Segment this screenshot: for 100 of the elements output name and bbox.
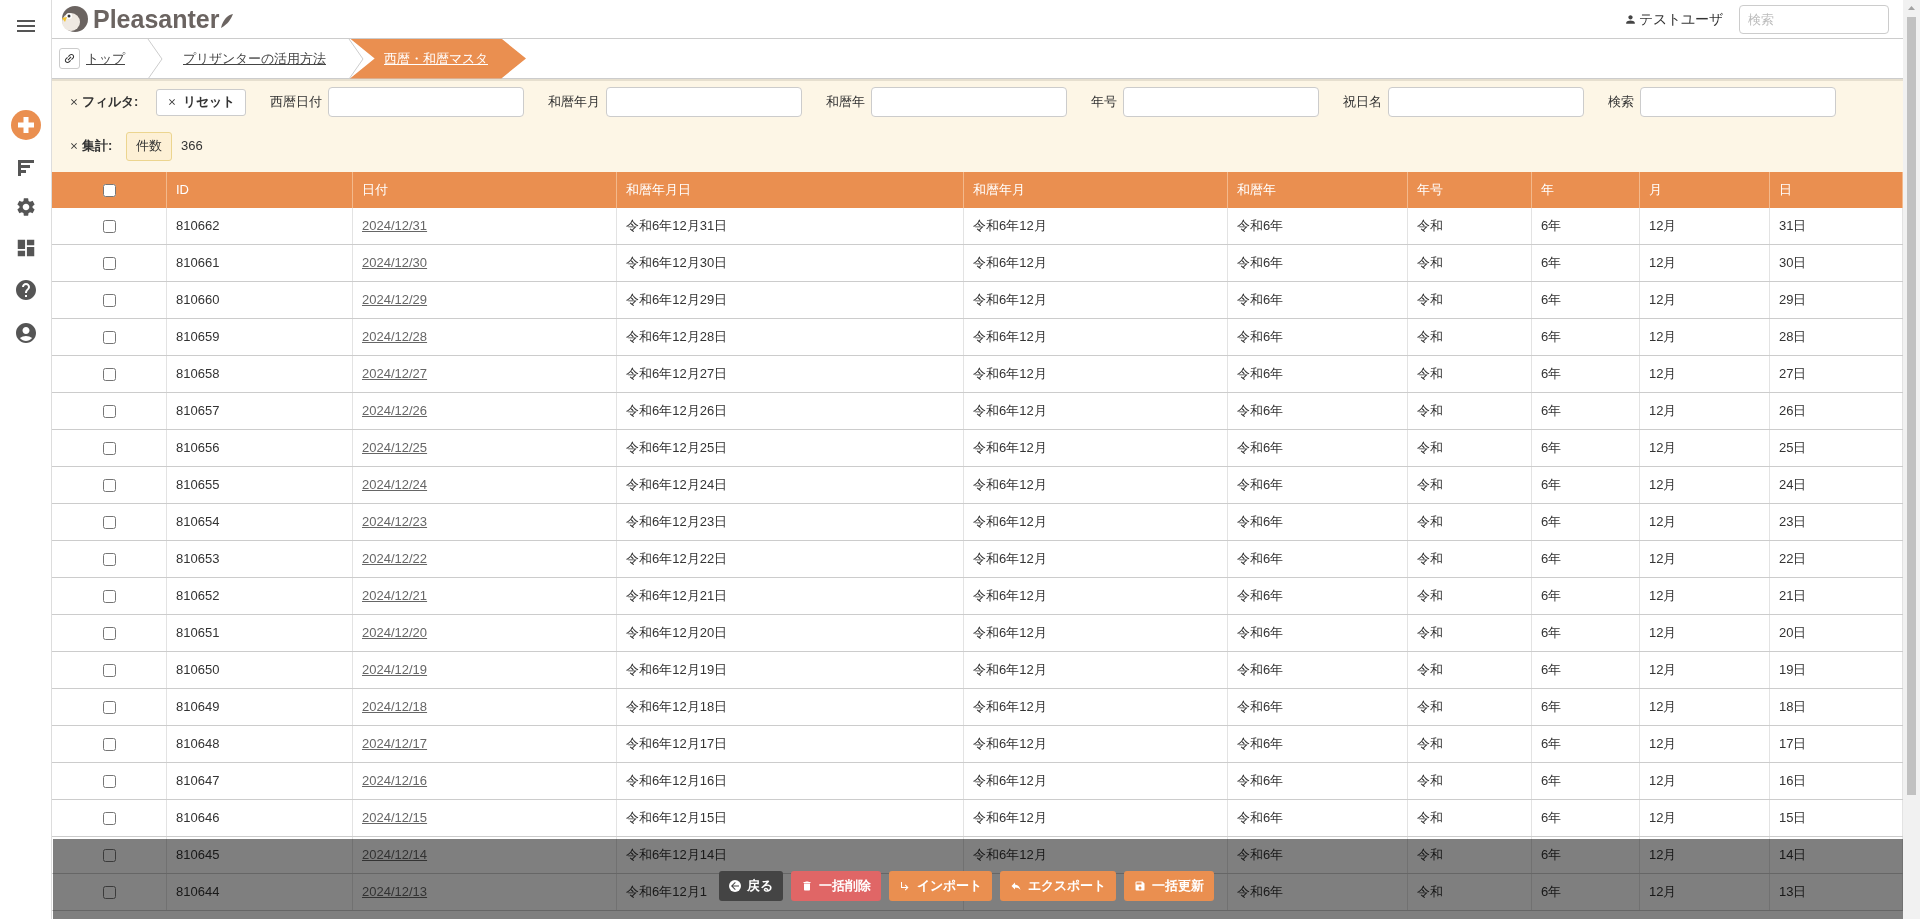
table-cell-text: 令和	[1417, 809, 1443, 828]
table-cell-text: 12月	[1649, 365, 1677, 384]
table-cell-text: 810651	[176, 624, 220, 643]
date-link[interactable]: 2024/12/17	[362, 734, 428, 754]
table-cell-text: 令和6年	[1237, 365, 1284, 384]
table-cell-text: 15日	[1779, 809, 1807, 828]
table-cell-text: 810649	[176, 698, 220, 717]
sort-icon[interactable]	[16, 159, 35, 177]
date-link[interactable]: 2024/12/19	[362, 660, 428, 680]
date-link[interactable]: 2024/12/30	[362, 253, 428, 273]
table-cell-text: 12月	[1649, 291, 1677, 310]
table-cell-text: 12月	[1649, 587, 1677, 606]
row-checkbox[interactable]	[102, 293, 116, 307]
breadcrumb-item[interactable]: トップ	[86, 48, 125, 69]
date-link[interactable]: 2024/12/24	[362, 475, 428, 495]
filter-label: 祝日名	[1343, 93, 1382, 112]
date-link[interactable]: 2024/12/29	[362, 290, 428, 310]
user-icon[interactable]	[13, 321, 38, 345]
count-tag[interactable]: 件数	[126, 131, 172, 161]
row-checkbox[interactable]	[102, 404, 116, 418]
row-checkbox[interactable]	[102, 774, 116, 788]
filter-field[interactable]	[1640, 87, 1836, 117]
reset-button[interactable]: リセット	[156, 88, 246, 116]
scrollbar[interactable]	[1903, 0, 1920, 919]
row-checkbox[interactable]	[102, 515, 116, 529]
row-checkbox[interactable]	[102, 441, 116, 455]
table-cell-text: 810647	[176, 772, 220, 791]
table-cell-text: 令和6年12月24日	[626, 476, 728, 495]
table-cell-text: 令和	[1417, 439, 1443, 458]
table-cell-text: 令和6年	[1237, 883, 1284, 902]
leaf-icon	[220, 13, 235, 29]
help-icon[interactable]	[13, 278, 38, 302]
date-link[interactable]: 2024/12/23	[362, 512, 428, 532]
filter-field[interactable]	[871, 87, 1067, 117]
action-button[interactable]: 一括削除	[790, 871, 881, 901]
row-checkbox[interactable]	[102, 256, 116, 270]
date-link[interactable]: 2024/12/21	[362, 586, 428, 606]
table-cell-text: 令和6年12月	[973, 809, 1047, 828]
date-link[interactable]: 2024/12/31	[362, 216, 428, 236]
date-link[interactable]: 2024/12/20	[362, 623, 428, 643]
table-cell-text: 17日	[1779, 735, 1807, 754]
filter-field[interactable]	[1388, 87, 1584, 117]
close-icon[interactable]	[69, 97, 79, 107]
settings-icon[interactable]	[14, 196, 37, 218]
table-cell-text: 令和6年12月	[973, 735, 1047, 754]
user-name[interactable]: テストユーザ	[1639, 8, 1723, 30]
filter-field[interactable]	[328, 87, 524, 117]
table-cell-text: 810656	[176, 439, 220, 458]
row-checkbox[interactable]	[102, 626, 116, 640]
date-link[interactable]: 2024/12/14	[362, 845, 428, 865]
link-icon-button[interactable]	[59, 48, 80, 69]
table-cell-text: 令和	[1417, 883, 1443, 902]
filter-field[interactable]	[606, 87, 802, 117]
row-checkbox[interactable]	[102, 589, 116, 603]
logo-text: Pleasanter	[93, 6, 220, 32]
row-checkbox[interactable]	[102, 737, 116, 751]
filter-field[interactable]	[1123, 87, 1319, 117]
breadcrumb-item[interactable]: プリザンターの活用方法	[183, 48, 326, 69]
row-checkbox[interactable]	[102, 885, 116, 899]
date-link[interactable]: 2024/12/16	[362, 771, 428, 791]
table-cell-text: 令和6年	[1237, 439, 1284, 458]
table-cell-text: 令和6年	[1237, 254, 1284, 273]
table-cell-text: 13日	[1779, 883, 1807, 902]
table-cell-text: 令和	[1417, 846, 1443, 865]
save-icon	[1133, 880, 1146, 892]
row-checkbox[interactable]	[102, 700, 116, 714]
row-checkbox[interactable]	[102, 330, 116, 344]
date-link[interactable]: 2024/12/22	[362, 549, 428, 569]
table-cell-text: 14日	[1779, 846, 1807, 865]
date-link[interactable]: 2024/12/25	[362, 438, 428, 458]
table-cell-text: 令和	[1417, 291, 1443, 310]
search-field[interactable]: 検索	[1739, 4, 1889, 34]
row-checkbox[interactable]	[102, 478, 116, 492]
table-cell-text: 6年	[1541, 439, 1562, 458]
table-cell-text: 30日	[1779, 254, 1807, 273]
table-cell-text: 令和6年12月	[973, 217, 1047, 236]
row-checkbox[interactable]	[102, 663, 116, 677]
add-icon[interactable]	[10, 110, 41, 140]
action-button[interactable]: 戻る	[718, 871, 783, 901]
date-link[interactable]: 2024/12/15	[362, 808, 428, 828]
scrollbar-thumb[interactable]	[1907, 17, 1916, 795]
select-all-checkbox[interactable]	[102, 183, 116, 197]
row-checkbox[interactable]	[102, 552, 116, 566]
table-cell-text: 令和6年	[1237, 624, 1284, 643]
date-link[interactable]: 2024/12/27	[362, 364, 428, 384]
table-cell-text: 令和6年12月14日	[626, 846, 728, 865]
row-checkbox[interactable]	[102, 811, 116, 825]
row-checkbox[interactable]	[102, 367, 116, 381]
date-link[interactable]: 2024/12/26	[362, 401, 428, 421]
close-icon[interactable]	[69, 141, 79, 151]
row-checkbox[interactable]	[102, 219, 116, 233]
table-cell-text: 6年	[1541, 476, 1562, 495]
row-checkbox[interactable]	[102, 848, 116, 862]
aggregate-label: 集計:	[82, 137, 114, 156]
date-link[interactable]: 2024/12/18	[362, 697, 428, 717]
table-cell-text: 6年	[1541, 735, 1562, 754]
date-link[interactable]: 2024/12/13	[362, 882, 428, 902]
table-cell-text: 29日	[1779, 291, 1807, 310]
table-cell-text: 810646	[176, 809, 220, 828]
date-link[interactable]: 2024/12/28	[362, 327, 428, 347]
